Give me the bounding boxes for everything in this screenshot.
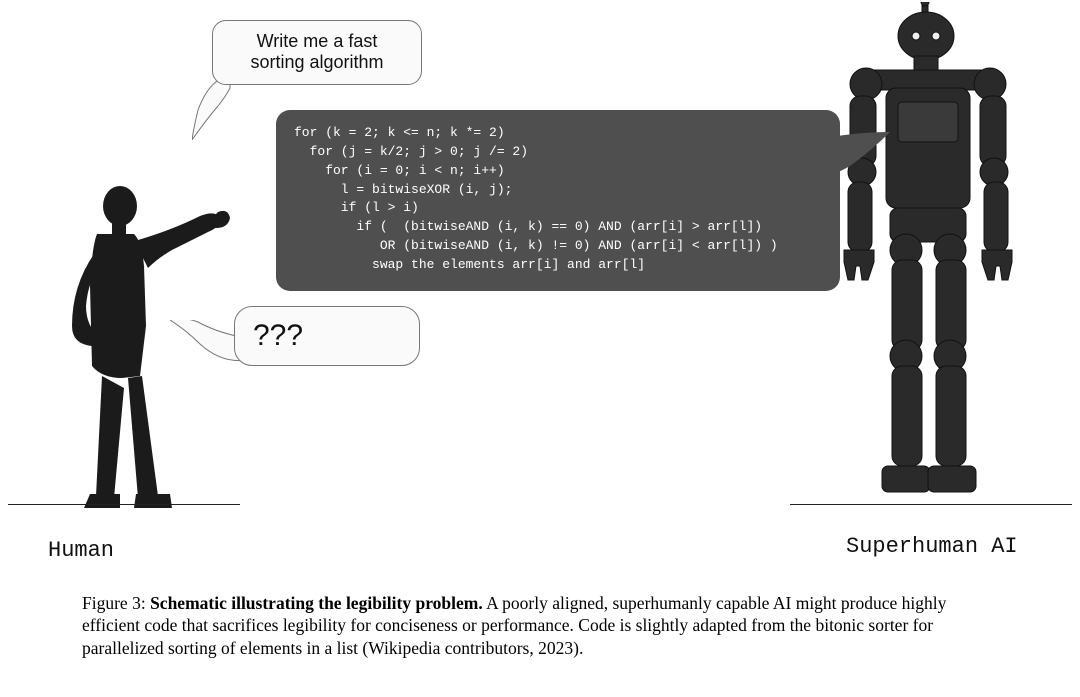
caption-bold: Schematic illustrating the legibility pr… — [150, 593, 483, 613]
caption-lead: Figure 3: — [82, 593, 150, 613]
prompt-line-2: sorting algorithm — [250, 52, 383, 72]
prompt-line-1: Write me a fast — [257, 31, 378, 51]
code-line-4: l = bitwiseXOR (i, j); — [294, 182, 512, 197]
figure-stage: Write me a fast sorting algorithm for (k… — [0, 0, 1080, 697]
code-line-6: if ( (bitwiseAND (i, k) == 0) AND (arr[i… — [294, 219, 762, 234]
ground-line-left — [8, 504, 240, 505]
ground-line-right — [790, 504, 1072, 505]
ai-label: Superhuman AI — [846, 534, 1018, 559]
figure-caption: Figure 3: Schematic illustrating the leg… — [82, 592, 998, 659]
prompt-speech-bubble: Write me a fast sorting algorithm — [212, 20, 422, 85]
code-line-8: swap the elements arr[i] and arr[l] — [294, 257, 645, 272]
code-speech-bubble: for (k = 2; k <= n; k *= 2) for (j = k/2… — [276, 110, 840, 291]
confused-text: ??? — [253, 319, 303, 352]
confused-speech-bubble: ??? — [234, 306, 420, 366]
code-line-1: for (k = 2; k <= n; k *= 2) — [294, 125, 505, 140]
human-label: Human — [48, 538, 114, 563]
code-line-2: for (j = k/2; j > 0; j /= 2) — [294, 144, 528, 159]
code-line-3: for (i = 0; i < n; i++) — [294, 163, 505, 178]
code-line-5: if (l > i) — [294, 200, 419, 215]
code-line-7: OR (bitwiseAND (i, k) != 0) AND (arr[i] … — [294, 238, 778, 253]
